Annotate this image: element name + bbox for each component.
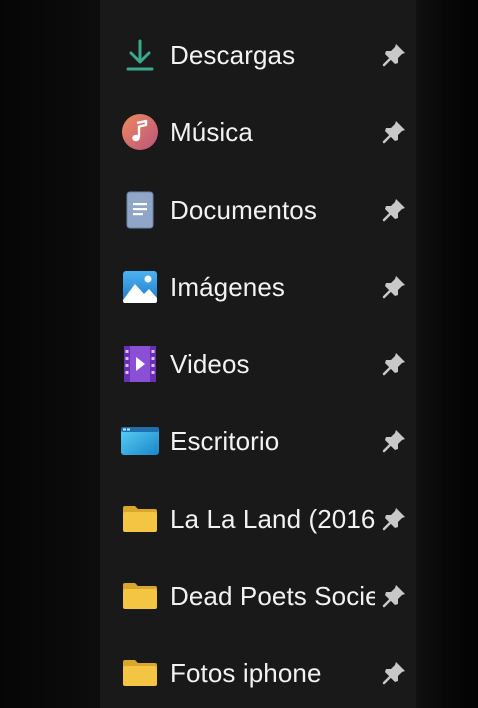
quick-access-navigation-pane: Descargas Música Documentos Imágenes Vid… xyxy=(100,0,417,708)
pin-icon[interactable] xyxy=(379,349,409,379)
quick-access-item-descargas[interactable]: Descargas xyxy=(100,25,416,85)
pin-icon[interactable] xyxy=(379,658,409,688)
folder-icon xyxy=(120,499,160,539)
quick-access-item-videos[interactable]: Videos xyxy=(100,334,416,394)
quick-access-item-folder[interactable]: Dead Poets Society xyxy=(100,566,416,626)
desktop-icon xyxy=(120,421,160,461)
document-icon xyxy=(120,190,160,230)
quick-access-item-label: Descargas xyxy=(170,39,296,70)
quick-access-item-label: Documentos xyxy=(170,194,317,225)
folder-icon xyxy=(120,576,160,616)
pin-icon[interactable] xyxy=(379,272,409,302)
quick-access-item-label: Imágenes xyxy=(170,271,285,302)
quick-access-item-label: La La Land (2016) xyxy=(170,503,375,534)
pin-icon[interactable] xyxy=(379,195,409,225)
pin-icon[interactable] xyxy=(379,426,409,456)
quick-access-item-musica[interactable]: Música xyxy=(100,102,416,162)
pictures-icon xyxy=(120,267,160,307)
music-icon xyxy=(120,112,160,152)
pin-icon[interactable] xyxy=(379,40,409,70)
quick-access-item-label: Fotos iphone xyxy=(170,657,322,688)
right-background xyxy=(416,0,478,708)
file-explorer-window: Descargas Música Documentos Imágenes Vid… xyxy=(0,0,478,708)
quick-access-item-folder[interactable]: Fotos iphone xyxy=(100,643,416,703)
quick-access-item-folder[interactable]: La La Land (2016) xyxy=(100,489,416,549)
quick-access-item-imagenes[interactable]: Imágenes xyxy=(100,257,416,317)
quick-access-item-escritorio[interactable]: Escritorio xyxy=(100,411,416,471)
videos-icon xyxy=(120,344,160,384)
quick-access-item-label: Videos xyxy=(170,348,250,379)
quick-access-item-label: Música xyxy=(170,116,253,147)
quick-access-item-label: Escritorio xyxy=(170,425,280,456)
download-icon xyxy=(120,35,160,75)
pin-icon[interactable] xyxy=(379,117,409,147)
pin-icon[interactable] xyxy=(379,504,409,534)
pin-icon[interactable] xyxy=(379,581,409,611)
folder-icon xyxy=(120,653,160,693)
quick-access-item-documentos[interactable]: Documentos xyxy=(100,180,416,240)
left-background xyxy=(0,0,100,708)
quick-access-item-label: Dead Poets Society xyxy=(170,580,375,611)
